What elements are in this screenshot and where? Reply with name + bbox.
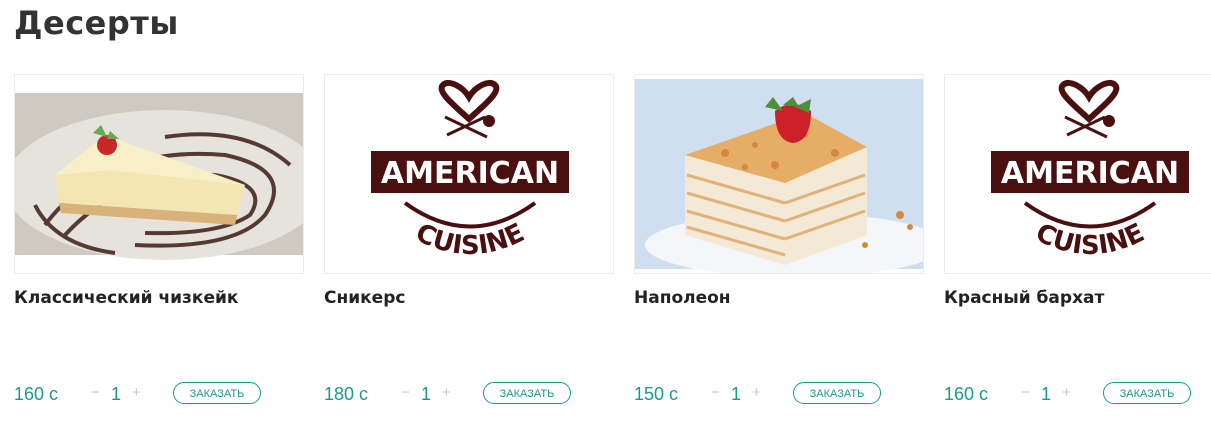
cheesecake-photo bbox=[15, 75, 303, 273]
quantity-plus-button[interactable]: + bbox=[1062, 384, 1071, 401]
order-button[interactable]: ЗАКАЗАТЬ bbox=[173, 382, 261, 404]
product-card: AMERICAN CUISINE Сникерс 180 с − 1 + ЗАК… bbox=[324, 74, 614, 404]
product-image[interactable] bbox=[14, 74, 304, 274]
product-card: AMERICAN CUISINE Красный бархат 160 с − … bbox=[944, 74, 1211, 434]
quantity-minus-button[interactable]: − bbox=[1021, 384, 1030, 401]
quantity-value: 1 bbox=[421, 384, 432, 404]
product-price: 150 с bbox=[634, 384, 679, 404]
product-name[interactable]: Наполеон bbox=[634, 288, 731, 308]
american-cuisine-logo: AMERICAN CUISINE bbox=[945, 75, 1211, 273]
napoleon-cake-photo bbox=[635, 75, 923, 273]
american-cuisine-logo: AMERICAN CUISINE bbox=[325, 75, 613, 273]
quantity-value: 1 bbox=[1041, 384, 1052, 404]
order-button[interactable]: ЗАКАЗАТЬ bbox=[1103, 382, 1191, 404]
product-name[interactable]: Красный бархат bbox=[944, 288, 1104, 308]
quantity-minus-button[interactable]: − bbox=[401, 384, 410, 401]
product-price: 160 с bbox=[944, 384, 989, 404]
quantity-plus-button[interactable]: + bbox=[442, 384, 451, 401]
quantity-minus-button[interactable]: − bbox=[711, 384, 720, 401]
product-image[interactable]: AMERICAN CUISINE bbox=[944, 74, 1211, 274]
logo-banner-text: AMERICAN bbox=[1001, 156, 1179, 191]
card-footer: 160 с − 1 + ЗАКАЗАТЬ bbox=[944, 382, 1211, 406]
order-button[interactable]: ЗАКАЗАТЬ bbox=[793, 382, 881, 404]
quantity-value: 1 bbox=[111, 384, 122, 404]
card-footer: 150 с − 1 + ЗАКАЗАТЬ bbox=[634, 382, 924, 406]
quantity-minus-button[interactable]: − bbox=[91, 384, 100, 401]
logo-banner-text: AMERICAN bbox=[381, 156, 559, 191]
section-title: Десерты bbox=[14, 4, 179, 42]
product-name[interactable]: Сникерс bbox=[324, 288, 405, 308]
card-footer: 160 с − 1 + ЗАКАЗАТЬ bbox=[14, 382, 304, 406]
quantity-plus-button[interactable]: + bbox=[752, 384, 761, 401]
product-image[interactable] bbox=[634, 74, 924, 274]
quantity-plus-button[interactable]: + bbox=[132, 384, 141, 401]
product-name[interactable]: Классический чизкейк bbox=[14, 288, 238, 308]
card-footer: 180 с − 1 + ЗАКАЗАТЬ bbox=[324, 382, 614, 406]
product-image[interactable]: AMERICAN CUISINE bbox=[324, 74, 614, 274]
product-card: Наполеон 150 с − 1 + ЗАКАЗАТЬ bbox=[634, 74, 924, 404]
product-card: Классический чизкейк 160 с − 1 + ЗАКАЗАТ… bbox=[14, 74, 304, 404]
order-button[interactable]: ЗАКАЗАТЬ bbox=[483, 382, 571, 404]
quantity-value: 1 bbox=[731, 384, 742, 404]
product-price: 160 с bbox=[14, 384, 59, 404]
product-price: 180 с bbox=[324, 384, 369, 404]
